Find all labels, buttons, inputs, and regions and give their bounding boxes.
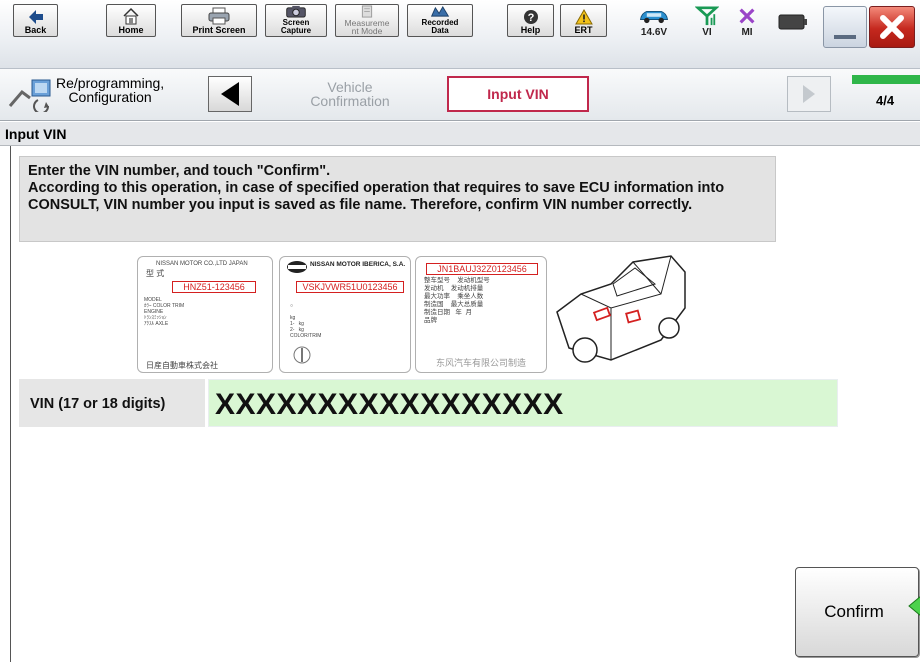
screen-capture-label-2: Capture — [280, 26, 312, 35]
plate-china-details: 整车型号 发动机型号 发动机 发动机排量 最大功率 乘坐人数 制造国 最大总质量 制造日… — [424, 277, 490, 324]
back-arrow-icon — [28, 10, 43, 24]
screen-capture-button[interactable]: Screen Capture — [265, 4, 327, 37]
plate-japan-footer: 日産自動車株式会社 — [146, 361, 218, 370]
vehicle-label-2: Confirmation — [310, 93, 390, 109]
mi-disconnected-icon — [739, 8, 755, 24]
step-input-vin[interactable]: Input VIN — [447, 76, 589, 112]
nissan-round-logo-icon — [293, 346, 311, 364]
vin-plate-china: JN1BAUJ32Z0123456 整车型号 发动机型号 发动机 发动机排量 最大功… — [415, 256, 547, 373]
voltage-label: 14.6V — [640, 27, 668, 38]
plate-japan-header: NISSAN MOTOR CO.,LTD JAPAN — [156, 261, 248, 267]
plate-iberica-header: NISSAN MOTOR IBERICA, S.A. — [310, 261, 406, 268]
plate-japan-vin: HNZ51-123456 — [172, 281, 256, 293]
triangle-left-icon — [221, 82, 239, 106]
vi-status: VI — [691, 6, 723, 38]
mi-status: MI — [731, 6, 763, 38]
previous-step-button[interactable] — [208, 76, 252, 112]
plate-japan-type: 型 式 — [146, 269, 165, 278]
vi-signal-icon — [695, 6, 719, 26]
reprog-label-2: Configuration — [68, 89, 152, 105]
measurement-mode-button[interactable]: Measureme nt Mode — [335, 4, 399, 37]
home-button[interactable]: Home — [106, 4, 156, 37]
back-label: Back — [24, 25, 47, 35]
instruction-line-2: According to this operation, in case of … — [28, 180, 725, 213]
vin-entry-row: VIN (17 or 18 digits) XXXXXXXXXXXXXXXXX — [19, 379, 838, 427]
plate-china-footer: 东风汽车有限公司制造 — [436, 358, 527, 368]
camera-icon — [286, 5, 306, 18]
recorded-data-button[interactable]: Recorded Data — [407, 4, 473, 37]
help-label: Help — [520, 25, 541, 35]
vin-label: VIN (17 or 18 digits) — [19, 379, 205, 427]
reprogramming-configuration-step[interactable]: Re/programming, Configuration — [56, 76, 164, 104]
home-icon — [123, 7, 139, 25]
confirm-button[interactable]: Confirm — [795, 567, 919, 657]
nissan-logo-icon — [287, 261, 307, 273]
plate-iberica-details: ○ kg 1- kg 2- kg COLOR/TRIM — [290, 303, 322, 339]
vi-label: VI — [702, 27, 712, 38]
ert-button[interactable]: ERT — [560, 4, 607, 37]
instruction-box: Enter the VIN number, and touch "Confirm… — [19, 156, 776, 242]
vin-input[interactable]: XXXXXXXXXXXXXXXXX — [208, 379, 838, 427]
instruction-line-1: Enter the VIN number, and touch "Confirm… — [28, 163, 331, 179]
measurement-icon — [361, 5, 373, 18]
svg-text:?: ? — [527, 12, 534, 24]
back-button[interactable]: Back — [13, 4, 58, 37]
measurement-label-2: nt Mode — [351, 26, 383, 36]
vehicle-label-1: Vehicle — [327, 79, 373, 95]
print-screen-button[interactable]: Print Screen — [181, 4, 257, 37]
print-screen-label: Print Screen — [192, 25, 246, 35]
plate-china-vin: JN1BAUJ32Z0123456 — [426, 263, 538, 275]
close-button[interactable] — [869, 6, 915, 48]
next-step-button[interactable] — [787, 76, 831, 112]
vin-plate-iberica: NISSAN MOTOR IBERICA, S.A. VSKJVWR51U012… — [279, 256, 411, 373]
reprog-label-1: Re/programming, — [56, 75, 165, 91]
home-label: Home — [118, 25, 144, 35]
mi-label: MI — [741, 27, 753, 38]
vin-plate-japan: NISSAN MOTOR CO.,LTD JAPAN 型 式 HNZ51-123… — [137, 256, 273, 373]
progress-bar — [852, 75, 920, 84]
battery-icon — [778, 14, 807, 30]
ert-label: ERT — [574, 25, 593, 35]
main-content: Enter the VIN number, and touch "Confirm… — [10, 146, 920, 662]
printer-icon — [208, 7, 230, 25]
recorded-label-2: Data — [431, 26, 449, 35]
toolbar: Back Home Print Screen Screen Capture Me… — [0, 0, 920, 69]
page-counter: 4/4 — [876, 93, 895, 108]
car-icon — [639, 10, 669, 24]
warning-icon — [574, 9, 593, 25]
close-icon — [880, 15, 904, 39]
plate-iberica-vin: VSKJVWR51U0123456 — [296, 281, 404, 293]
step-bar: Re/programming, Configuration Vehicle Co… — [0, 69, 920, 121]
page-title: Input VIN — [0, 122, 920, 146]
vehicle-location-diagram — [556, 255, 686, 363]
pointer-arrow-icon — [908, 596, 920, 616]
help-icon: ? — [523, 10, 538, 24]
recorded-data-icon — [430, 5, 450, 17]
plate-japan-details: MODEL ｶﾗｰ COLOR TRIM ENGINE ﾄﾗﾝｽﾐｯｼｮﾝ ｱｸｽﾙ A… — [144, 297, 185, 327]
reprogramming-icon — [8, 79, 51, 112]
triangle-right-icon — [803, 85, 815, 103]
battery-voltage-status: 14.6V — [634, 6, 674, 38]
minimize-button[interactable] — [823, 6, 867, 48]
step-vehicle-confirmation[interactable]: Vehicle Confirmation — [265, 76, 435, 112]
help-button[interactable]: ? Help — [507, 4, 554, 37]
